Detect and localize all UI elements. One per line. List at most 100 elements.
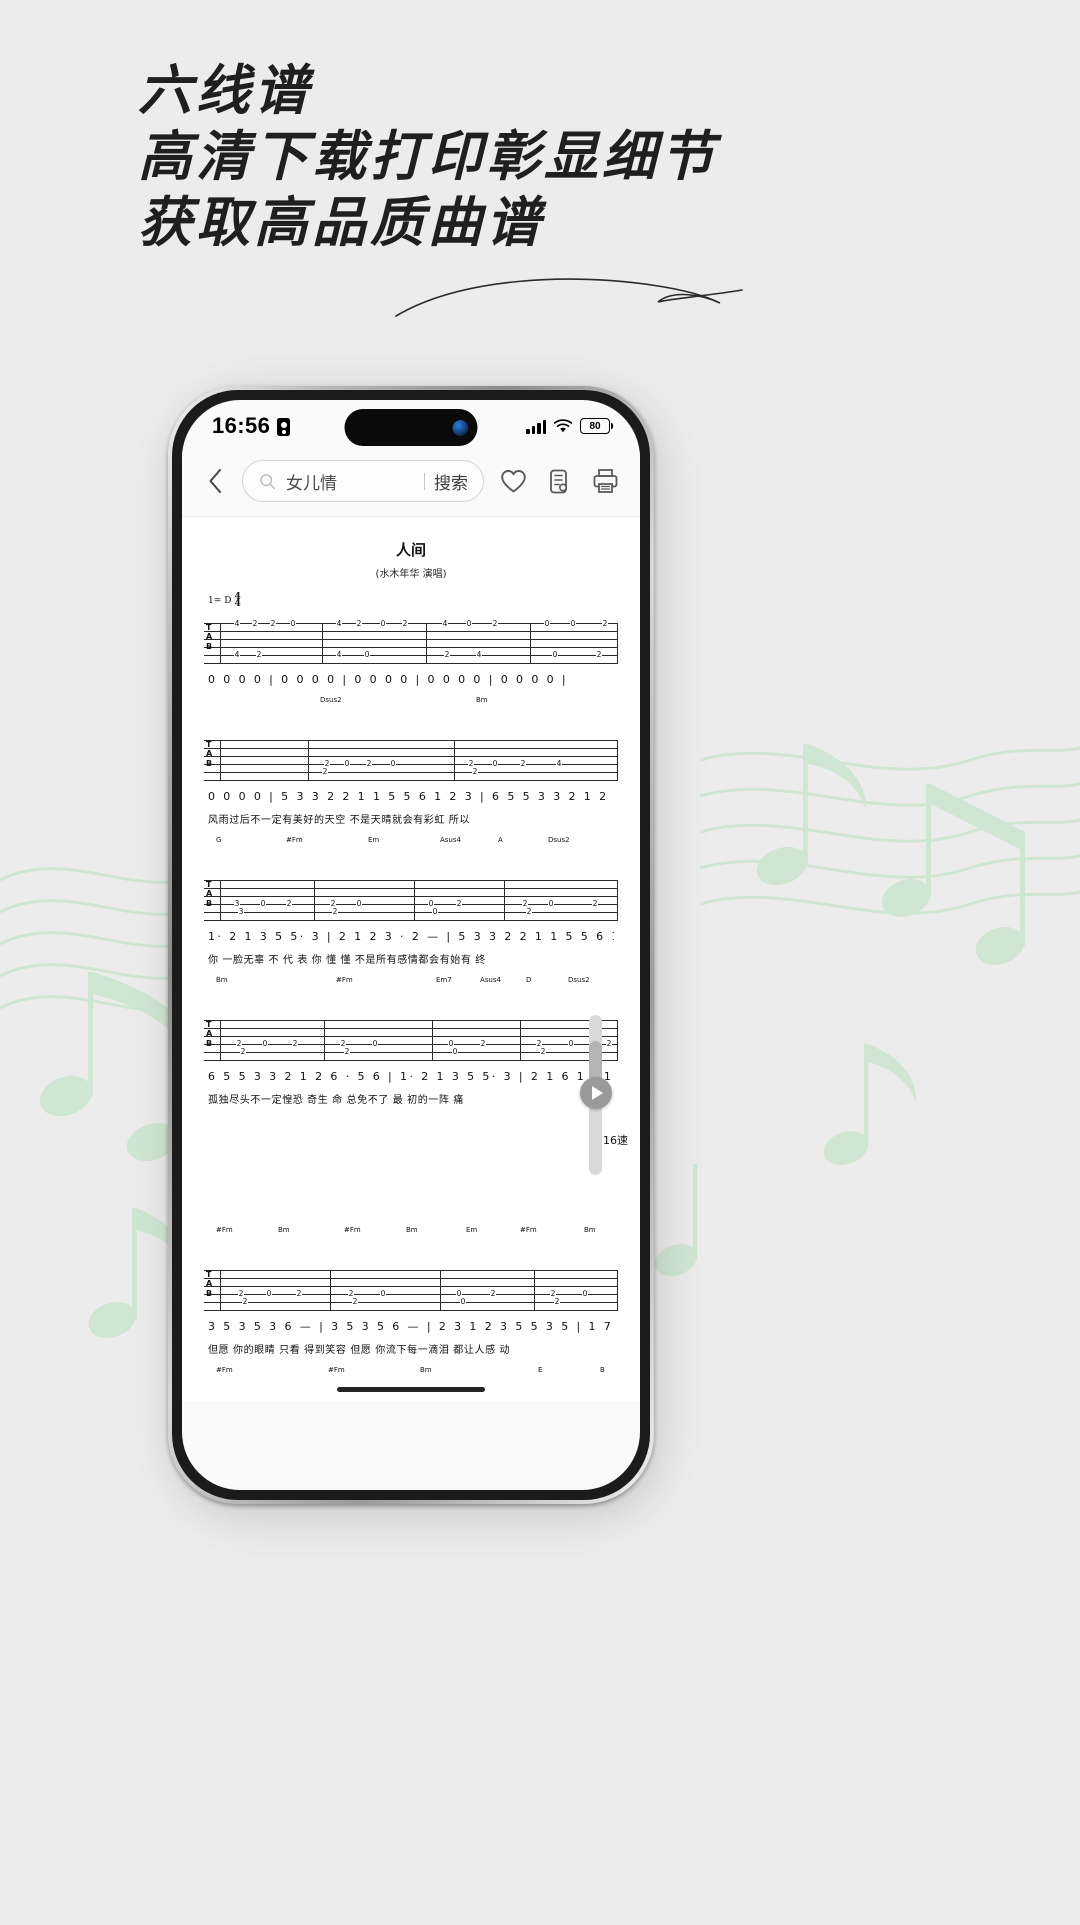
tab-system: TAB 30 22 00 22 02 32 02 — [204, 876, 618, 922]
tab-staff: TAB 30 22 00 22 02 32 02 — [204, 876, 618, 922]
search-submit-button[interactable]: 搜索 — [434, 469, 477, 494]
chord-diagram[interactable]: A — [498, 836, 503, 845]
tab-clef: TAB — [206, 622, 213, 651]
chord-name: #Fm — [286, 835, 303, 844]
favorite-button[interactable] — [496, 464, 530, 498]
chord-name: #Fm — [520, 1225, 537, 1234]
battery-level: 80 — [589, 420, 601, 432]
chord-name: #Fm — [216, 1365, 233, 1374]
tab-staff: TAB 20 20 20 24 22 — [204, 736, 618, 782]
chord-name: Em — [466, 1225, 478, 1234]
chord-diagram[interactable]: Bm — [584, 1226, 596, 1235]
chord-name: Asus4 — [440, 835, 461, 844]
chord-diagram-row: G #Fm Em Asus4 A Dsus2 — [208, 836, 614, 866]
chord-diagram[interactable]: #Fm — [520, 1226, 537, 1235]
chord-diagram[interactable]: Em — [466, 1226, 477, 1235]
chord-name: A — [498, 835, 503, 844]
chord-diagram[interactable]: Dsus2 — [568, 976, 590, 985]
lyric-line: 但愿 你的眼睛 只看 得到笑容 但愿 你流下每一滴泪 都让人感 动 — [208, 1344, 511, 1356]
chord-diagram[interactable]: Em — [368, 836, 379, 845]
lyric-line: 风雨过后不一定有美好的天空 不是天晴就会有彩虹 所以 — [208, 814, 470, 826]
chord-diagram[interactable]: #Fm — [216, 1226, 233, 1235]
chord-name: Bm — [420, 1365, 432, 1374]
cellular-signal-icon — [526, 419, 546, 434]
chord-diagram[interactable]: Asus4 — [480, 976, 501, 985]
melody-line: 3 5 3 5 3 6 — | 3 5 3 5 6 — | 2 3 1 2 3 … — [208, 1319, 614, 1333]
wifi-icon — [553, 418, 573, 432]
chord-diagram[interactable]: #Fm — [328, 1366, 345, 1375]
chord-name: Dsus2 — [548, 835, 570, 844]
tab-system: TAB 42 20 42 02 40 20 02 4 2 4 0 2 4 0 2 — [204, 618, 618, 665]
tab-clef: TAB — [206, 739, 213, 768]
print-button[interactable] — [588, 464, 622, 498]
chord-diagram[interactable]: D — [526, 976, 531, 985]
chord-diagram[interactable]: Bm — [476, 696, 488, 705]
chord-diagram[interactable]: #Fm — [336, 976, 353, 985]
chord-name: Dsus2 — [568, 975, 590, 984]
status-bar-time: 16:56 — [212, 413, 271, 438]
back-button[interactable] — [200, 464, 230, 498]
chord-diagram[interactable]: Bm — [420, 1366, 432, 1375]
search-divider — [424, 472, 425, 490]
chord-diagram[interactable]: Asus4 — [440, 836, 461, 845]
chord-diagram-row: #Fm Bm #Fm Bm Em #Fm Bm — [208, 1226, 614, 1256]
chord-diagram[interactable]: #Fm — [344, 1226, 361, 1235]
page-title: 六线谱 高清下载打印彰显细节 获取高品质曲谱 — [138, 58, 718, 256]
capo-icon — [549, 469, 567, 493]
chord-name: Bm — [476, 695, 488, 704]
chord-diagram[interactable]: G — [216, 836, 221, 845]
headline-line-3: 获取高品质曲谱 — [138, 189, 544, 254]
home-indicator — [337, 1387, 485, 1392]
transpose-button[interactable] — [542, 464, 576, 498]
phone-screen: 16:56 80 女儿情 搜索 人间 (水木年华 演唱) 1= D 4 4 T … — [182, 400, 640, 1490]
chord-diagram[interactable]: #Fm — [216, 1366, 233, 1375]
app-top-bar: 女儿情 搜索 — [182, 452, 640, 516]
tab-staff: TAB 20 22 00 22 0 22 02 — [204, 1266, 618, 1312]
headline-line-2: 高清下载打印彰显细节 — [138, 123, 718, 188]
chord-name: #Fm — [336, 975, 353, 984]
time-signature: 4 4 — [234, 592, 241, 610]
tab-system: TAB 20 22 00 22 0 22 02 — [204, 1266, 618, 1312]
chord-diagram[interactable]: Bm — [278, 1226, 290, 1235]
melody-line: 1· 2 1 3 5 5· 3 | 2 1 2 3 · 2 — | 5 3 3 … — [208, 929, 614, 943]
key-signature: 1= D 4 4 — [208, 592, 640, 610]
chord-name: E — [538, 1365, 543, 1374]
search-icon — [260, 473, 276, 489]
chord-name: #Fm — [344, 1225, 361, 1234]
chord-diagram[interactable]: Bm — [216, 976, 228, 985]
decorative-swoosh — [395, 278, 743, 317]
key-value: D — [224, 596, 232, 607]
phone-bezel: 16:56 80 女儿情 搜索 人间 (水木年华 演唱) 1= D 4 4 T … — [172, 390, 650, 1500]
tab-staff: TAB 20 22 00 22 02 22 02 — [204, 1016, 618, 1062]
search-input-value: 女儿情 — [286, 473, 337, 494]
play-button[interactable] — [580, 1077, 612, 1109]
front-camera-icon — [452, 419, 469, 436]
score-subtitle: (水木年华 演唱) — [375, 569, 447, 580]
printer-icon — [593, 469, 617, 493]
chord-diagram[interactable]: Bm — [406, 1226, 418, 1235]
tab-system: TAB 20 20 20 24 22 — [204, 736, 618, 782]
chord-name: #Fm — [216, 1225, 233, 1234]
key-label: 1= — [208, 596, 222, 607]
chord-diagram[interactable]: E — [538, 1366, 542, 1375]
tab-clef: TAB — [206, 1019, 213, 1048]
headline-line-1: 六线谱 — [138, 58, 312, 122]
chord-name: Bm — [216, 975, 228, 984]
chord-diagram[interactable]: B — [600, 1366, 605, 1375]
search-input[interactable]: 女儿情 搜索 — [242, 460, 484, 502]
chord-name: D — [526, 975, 532, 984]
chord-diagram[interactable]: Em7 — [436, 976, 452, 985]
time-signature-bottom: 4 — [234, 599, 241, 610]
score-sheet[interactable]: 人间 (水木年华 演唱) 1= D 4 4 T A B 4 2 2 0 4 2 … — [182, 516, 640, 1401]
chord-diagram[interactable]: Dsus2 — [548, 836, 570, 845]
chord-name: Em7 — [436, 975, 452, 984]
chord-name: Dsus2 — [320, 695, 342, 704]
chord-name: Bm — [584, 1225, 596, 1234]
tab-clef: TAB — [206, 879, 213, 908]
chord-diagram[interactable]: #Fm — [286, 836, 303, 845]
phone-mockup: 16:56 80 女儿情 搜索 人间 (水木年华 演唱) 1= D 4 4 T … — [168, 386, 668, 1516]
chord-name: #Fm — [328, 1365, 345, 1374]
melody-line: 6 5 5 3 3 2 1 2 6 · 5 6 | 1· 2 1 3 5 5· … — [208, 1069, 614, 1083]
lyric-line: 你 一脸无辜 不 代 表 你 懂 懂 不是所有感情都会有始有 终 — [208, 954, 486, 966]
chord-diagram[interactable]: Dsus2 — [320, 696, 342, 705]
